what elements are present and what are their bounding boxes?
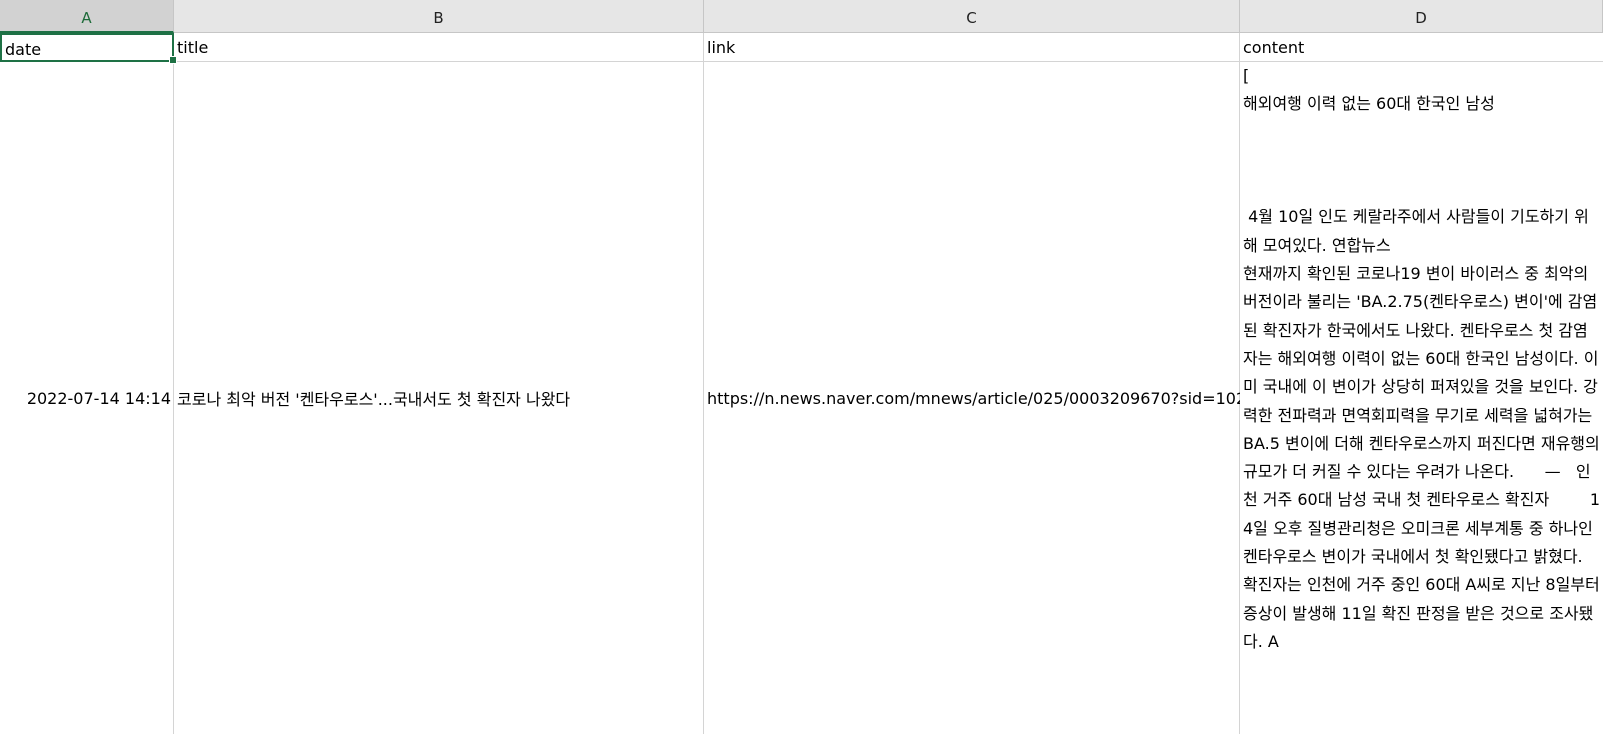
cell-c2[interactable]: https://n.news.naver.com/mnews/article/0… [704, 62, 1240, 734]
cell-d1[interactable]: content [1240, 33, 1603, 62]
cell-b2[interactable]: 코로나 최악 버전 '켄타우로스'...국내서도 첫 확진자 나왔다 [174, 62, 704, 734]
column-header-c[interactable]: C [704, 0, 1240, 33]
cell-a2[interactable]: 2022-07-14 14:14 [0, 62, 174, 734]
cell-a1[interactable]: date [0, 33, 174, 62]
column-header-d[interactable]: D [1240, 0, 1603, 33]
cell-d2-value: [ 해외여행 이력 없는 60대 한국인 남성 4월 10일 인도 케랄라주에서… [1243, 66, 1601, 651]
spreadsheet: A B C D date title link content 2022-07-… [0, 0, 1603, 734]
column-header-b[interactable]: B [174, 0, 704, 33]
cell-c1[interactable]: link [704, 33, 1240, 62]
cell-b2-value: 코로나 최악 버전 '켄타우로스'...국내서도 첫 확진자 나왔다 [177, 390, 571, 409]
column-header-bar: A B C D [0, 0, 1603, 33]
cell-grid: date title link content 2022-07-14 14:14… [0, 33, 1603, 734]
cell-c2-value: https://n.news.naver.com/mnews/article/0… [707, 388, 1240, 408]
column-header-a[interactable]: A [0, 0, 174, 33]
cell-b1[interactable]: title [174, 33, 704, 62]
cell-d2[interactable]: [ 해외여행 이력 없는 60대 한국인 남성 4월 10일 인도 케랄라주에서… [1240, 62, 1603, 734]
cell-a2-value: 2022-07-14 14:14 [26, 388, 171, 408]
fill-handle[interactable] [169, 56, 177, 64]
